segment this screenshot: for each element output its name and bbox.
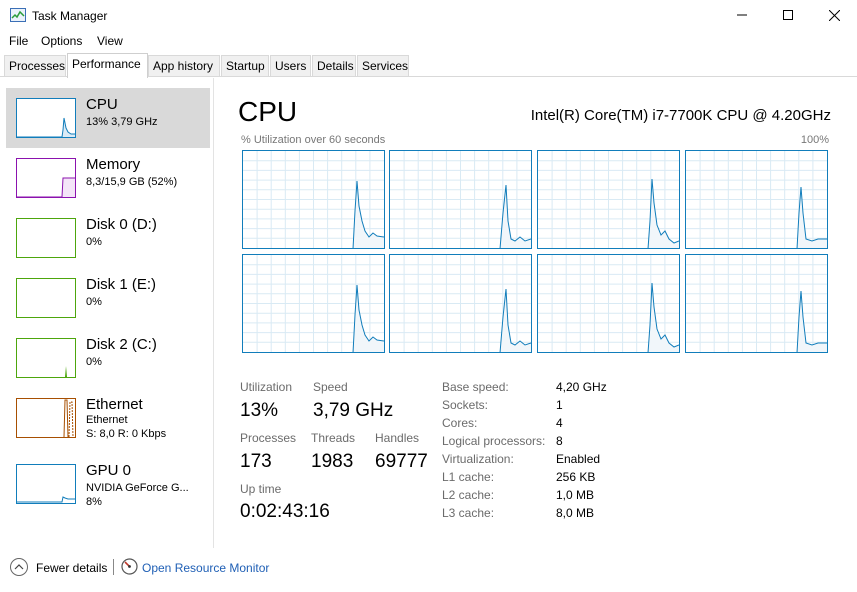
title-bar: Task Manager (0, 0, 857, 30)
logical-processor-graph (242, 254, 385, 353)
cpu-model-name: Intel(R) Core(TM) i7-7700K CPU @ 4.20GHz (530, 107, 831, 124)
processes-value: 173 (240, 451, 272, 472)
page-title: CPU (238, 96, 298, 127)
resource-list: CPU 13% 3,79 GHz Memory 8,3/15,9 GB (52%… (0, 78, 214, 548)
cpu-detail-panel: CPU Intel(R) Core(TM) i7-7700K CPU @ 4.2… (214, 78, 857, 548)
tab-details[interactable]: Details (312, 55, 356, 76)
cpu-thumbnail-graph (16, 98, 76, 138)
resource-item-ethernet[interactable]: Ethernet Ethernet S: 8,0 R: 0 Kbps (6, 388, 210, 448)
spec-label: Virtualization: (442, 452, 514, 466)
logical-processor-graph (389, 254, 532, 353)
spec-value: 1,0 MB (556, 488, 595, 502)
resource-item-cpu[interactable]: CPU 13% 3,79 GHz (6, 88, 210, 148)
resource-name: GPU 0 (86, 462, 132, 479)
menu-bar: File Options View (0, 30, 857, 52)
resource-name: CPU (86, 96, 118, 113)
spec-value: 8 (556, 434, 563, 448)
graph-max-label: 100% (800, 134, 829, 146)
utilization-label: Utilization (240, 380, 293, 394)
resource-item-disk-1[interactable]: Disk 1 (E:) 0% (6, 268, 210, 328)
resource-name: Disk 1 (E:) (86, 276, 157, 293)
ethernet-thumbnail-graph (16, 398, 76, 438)
tab-processes[interactable]: Processes (4, 55, 66, 76)
threads-label: Threads (311, 431, 356, 445)
resource-monitor-icon[interactable] (121, 558, 138, 575)
menu-view[interactable]: View (97, 34, 123, 48)
close-icon (828, 9, 840, 21)
resource-detail-2: S: 8,0 R: 0 Kbps (86, 428, 167, 440)
uptime-label: Up time (240, 482, 282, 496)
maximize-button[interactable] (765, 0, 811, 30)
disk-2-thumbnail-graph (16, 338, 76, 378)
logical-processor-graph (389, 150, 532, 249)
spec-value: 1 (556, 398, 563, 412)
memory-thumbnail-graph (16, 158, 76, 198)
tab-users[interactable]: Users (270, 55, 311, 76)
tab-performance[interactable]: Performance (67, 53, 148, 78)
minimize-button[interactable] (719, 0, 765, 30)
gpu-0-thumbnail-graph (16, 464, 76, 504)
resource-name: Disk 0 (D:) (86, 216, 157, 233)
utilization-value: 13% (240, 400, 279, 421)
window-title: Task Manager (32, 9, 108, 23)
graph-caption: % Utilization over 60 seconds (241, 134, 386, 146)
spec-label: L3 cache: (442, 506, 495, 520)
maximize-icon (783, 10, 793, 20)
resource-item-memory[interactable]: Memory 8,3/15,9 GB (52%) (6, 148, 210, 208)
spec-label: Base speed: (442, 380, 509, 394)
logical-processor-graph (242, 150, 385, 249)
handles-label: Handles (375, 431, 420, 445)
spec-label: Logical processors: (442, 434, 546, 448)
task-manager-icon (10, 8, 26, 22)
spec-value: 4 (556, 416, 563, 430)
resource-item-disk-2[interactable]: Disk 2 (C:) 0% (6, 328, 210, 388)
resource-name: Memory (86, 156, 141, 173)
spec-label: L1 cache: (442, 470, 495, 484)
minimize-icon (737, 14, 747, 16)
tab-app-history[interactable]: App history (148, 55, 220, 76)
logical-processor-graph (685, 150, 828, 249)
disk-0-thumbnail-graph (16, 218, 76, 258)
footer-divider (113, 559, 114, 575)
footer-bar: Fewer details Open Resource Monitor (0, 548, 857, 592)
spec-label: Cores: (442, 416, 478, 430)
spec-value: 256 KB (556, 470, 596, 484)
resource-detail: 0% (86, 296, 102, 308)
spec-value: 4,20 GHz (556, 380, 607, 394)
speed-value: 3,79 GHz (313, 400, 394, 421)
resource-detail: Ethernet (86, 414, 128, 426)
close-button[interactable] (811, 0, 857, 30)
menu-options[interactable]: Options (41, 34, 82, 48)
logical-processor-graph (537, 254, 680, 353)
handles-value: 69777 (375, 451, 428, 472)
resource-detail-2: 8% (86, 496, 102, 508)
resource-detail: NVIDIA GeForce G... (86, 482, 189, 494)
spec-label: Sockets: (442, 398, 489, 412)
resource-name: Disk 2 (C:) (86, 336, 157, 353)
tab-bar: Processes Performance App history Startu… (0, 53, 857, 78)
fewer-details-link[interactable]: Fewer details (36, 561, 107, 575)
resource-detail: 0% (86, 236, 102, 248)
spec-label: L2 cache: (442, 488, 495, 502)
disk-1-thumbnail-graph (16, 278, 76, 318)
resource-detail: 8,3/15,9 GB (52%) (86, 176, 178, 188)
tab-startup[interactable]: Startup (221, 55, 269, 76)
spec-value: 8,0 MB (556, 506, 595, 520)
chevron-up-icon[interactable] (10, 558, 28, 576)
resource-item-disk-0[interactable]: Disk 0 (D:) 0% (6, 208, 210, 268)
uptime-value: 0:02:43:16 (240, 501, 330, 522)
logical-processor-graph (685, 254, 828, 353)
resource-name: Ethernet (86, 396, 143, 413)
threads-value: 1983 (311, 451, 354, 472)
resource-detail: 0% (86, 356, 102, 368)
open-resource-monitor-link[interactable]: Open Resource Monitor (142, 561, 269, 575)
processes-label: Processes (240, 431, 297, 445)
tab-services[interactable]: Services (357, 55, 409, 76)
logical-processor-graph (537, 150, 680, 249)
menu-file[interactable]: File (9, 34, 28, 48)
spec-value: Enabled (556, 452, 601, 466)
resource-item-gpu-0[interactable]: GPU 0 NVIDIA GeForce G... 8% (6, 454, 210, 514)
resource-detail: 13% 3,79 GHz (86, 116, 158, 128)
speed-label: Speed (313, 380, 348, 394)
